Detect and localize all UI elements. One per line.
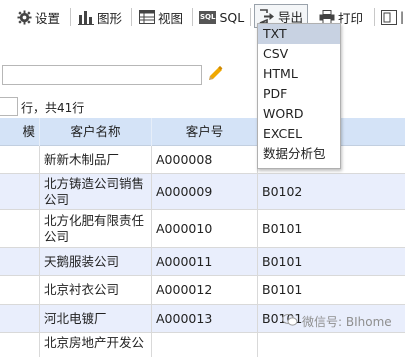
- customer-name-cell: 北方化肥有限责任公司: [40, 210, 152, 247]
- table-row[interactable]: 北方铸造公司销售公司 A000009 B0102: [0, 174, 405, 210]
- row-index-cell: [0, 305, 40, 332]
- export-excel-item[interactable]: EXCEL: [258, 124, 340, 144]
- toolbar: 设置 图形 视图 SQL SQL 导出 打印 |: [0, 0, 405, 34]
- row-index-cell: [0, 174, 40, 209]
- settings-label: 设置: [35, 10, 61, 26]
- customer-name-cell: 河北电镀厂: [40, 305, 152, 332]
- customer-code-cell: A000013: [152, 305, 258, 332]
- extra-cell: [258, 333, 405, 357]
- gear-icon: [16, 9, 32, 25]
- row-index-cell: [0, 276, 40, 304]
- customer-code-cell: A000010: [152, 210, 258, 247]
- export-pdf-item[interactable]: PDF: [258, 84, 340, 104]
- wechat-icon: [282, 313, 298, 330]
- column-header-customer-code[interactable]: 客户号: [152, 118, 258, 146]
- row-count-text: 行，共41行: [21, 101, 85, 115]
- chart-button[interactable]: 图形: [78, 6, 122, 28]
- watermark-text: 微信号: BIhome: [302, 315, 392, 329]
- search-input[interactable]: [2, 65, 202, 85]
- export-html-item[interactable]: HTML: [258, 64, 340, 84]
- bar-chart-icon: [78, 9, 94, 25]
- customer-name-cell: 北京衬衣公司: [40, 276, 152, 304]
- customer-code-cell: [152, 333, 258, 357]
- customer-code-cell: A000008: [152, 146, 258, 173]
- customer-name-cell: 天鹅服装公司: [40, 248, 152, 275]
- customer-name-cell: 北京房地产开发公: [40, 333, 152, 357]
- pencil-icon[interactable]: [206, 65, 224, 83]
- export-analysis-package-item[interactable]: 数据分析包: [258, 144, 340, 164]
- table-row[interactable]: 北京衬衣公司 A000012 B0101: [0, 276, 405, 305]
- print-label: 打印: [338, 10, 364, 26]
- table-row[interactable]: 北方化肥有限责任公司 A000010 B0101: [0, 210, 405, 248]
- customer-code-cell: A000012: [152, 276, 258, 304]
- table-row[interactable]: 天鹅服装公司 A000011 B0101: [0, 248, 405, 276]
- export-word-item[interactable]: WORD: [258, 104, 340, 124]
- extra-cell: B0102: [262, 183, 303, 199]
- sql-button[interactable]: SQL SQL: [199, 6, 244, 28]
- toolbar-divider: [70, 8, 71, 26]
- toolbar-divider: [192, 8, 193, 26]
- table-view-icon: [139, 9, 155, 25]
- customer-code-cell: A000011: [152, 248, 258, 275]
- table-row[interactable]: 北京房地产开发公: [0, 333, 405, 357]
- view-button[interactable]: 视图: [139, 6, 183, 28]
- page-number-input[interactable]: [0, 97, 18, 116]
- view-label: 视图: [158, 10, 184, 26]
- export-icon: [259, 8, 275, 24]
- toolbar-more-glyph: |: [400, 10, 405, 24]
- export-menu: TXT CSV HTML PDF WORD EXCEL 数据分析包: [257, 23, 341, 169]
- extra-cell: B0101: [262, 220, 303, 236]
- settings-button[interactable]: 设置: [16, 6, 60, 28]
- watermark: 微信号: BIhome: [282, 313, 392, 330]
- row-index-cell: [0, 210, 40, 247]
- sql-label: SQL: [219, 9, 245, 25]
- row-index-cell: [0, 146, 40, 173]
- row-index-cell: [0, 248, 40, 275]
- table-header: 模 客户名称 客户号: [0, 118, 405, 146]
- column-header-customer-name[interactable]: 客户名称: [40, 118, 152, 146]
- toolbar-divider: [131, 8, 132, 26]
- export-txt-item[interactable]: TXT: [258, 24, 340, 44]
- column-header-cut[interactable]: 模: [0, 118, 40, 146]
- table-row[interactable]: 新新木制品厂 A000008: [0, 146, 405, 174]
- customer-name-cell: 北方铸造公司销售公司: [40, 174, 152, 209]
- chart-label: 图形: [97, 10, 123, 26]
- toolbar-divider: [374, 8, 375, 26]
- toolbar-more-button[interactable]: |: [381, 6, 404, 28]
- customer-name-cell: 新新木制品厂: [40, 146, 152, 173]
- export-csv-item[interactable]: CSV: [258, 44, 340, 64]
- row-index-cell: [0, 333, 40, 357]
- customer-code-cell: A000009: [152, 174, 258, 209]
- sql-icon: SQL: [199, 10, 217, 24]
- extra-cell: B0101: [262, 253, 303, 269]
- extra-cell: B0101: [262, 282, 303, 297]
- frame-icon: [381, 9, 397, 25]
- toolbar-divider: [250, 8, 251, 26]
